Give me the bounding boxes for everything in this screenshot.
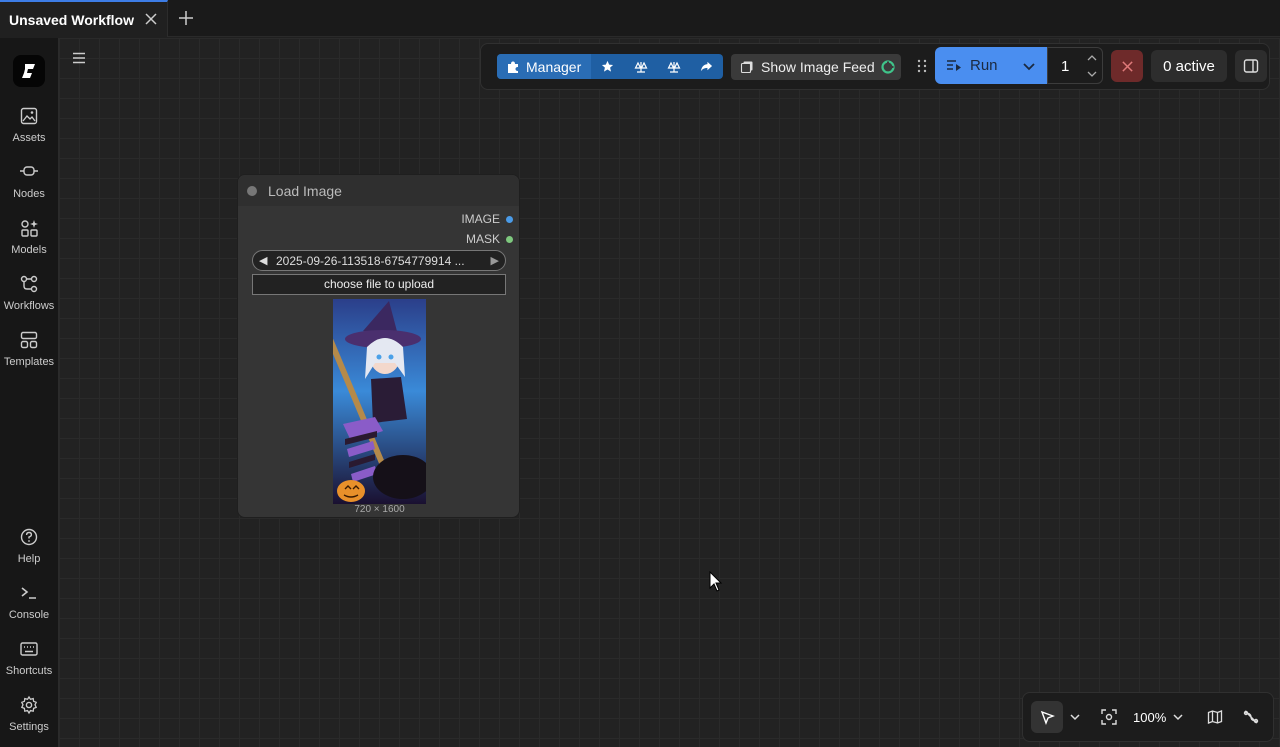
toggle-panel-button[interactable]	[1235, 50, 1267, 82]
toggle-links-button[interactable]	[1241, 707, 1261, 727]
sidebar-item-nodes[interactable]: Nodes	[0, 162, 58, 214]
mouse-cursor-icon	[709, 571, 723, 592]
logo-icon	[22, 64, 35, 78]
keyboard-icon	[20, 642, 38, 656]
star-button[interactable]	[591, 54, 624, 79]
sidebar-item-label: Help	[17, 553, 41, 565]
gear-icon	[20, 695, 38, 715]
run-group: Run	[935, 47, 1047, 84]
templates-icon	[20, 331, 38, 349]
focus-icon	[1101, 709, 1117, 725]
share-button[interactable]	[690, 54, 723, 79]
image-combo-value: 2025-09-26-113518-6754779914 ...	[276, 253, 465, 268]
sidebar-item-console[interactable]: Console	[0, 583, 58, 635]
output-slot-icon[interactable]	[506, 235, 513, 243]
active-queue-badge[interactable]: 0 active	[1151, 50, 1227, 82]
sidebar-item-label: Workflows	[3, 300, 55, 312]
models-icon	[21, 220, 38, 237]
sidebar-item-workflows[interactable]: Workflows	[0, 274, 58, 326]
close-icon	[1121, 60, 1133, 72]
run-button[interactable]: Run	[935, 57, 1011, 74]
sidebar-item-assets[interactable]: Assets	[0, 106, 58, 158]
tab-title: Unsaved Workflow	[9, 11, 134, 28]
sidebar-item-label: Models	[11, 244, 47, 256]
console-icon	[21, 587, 36, 599]
sidebar-item-help[interactable]: Help	[0, 527, 58, 579]
plus-icon[interactable]	[177, 9, 195, 27]
sidebar-item-label: Shortcuts	[5, 665, 53, 677]
output-label: MASK	[465, 232, 500, 246]
chevron-down-icon	[1173, 714, 1183, 721]
image-combo[interactable]: ◀ 2025-09-26-113518-6754779914 ... ▶	[252, 250, 506, 271]
sidebar: Assets Nodes Models Workflows Templates …	[0, 38, 59, 747]
hide-links-icon	[1243, 710, 1259, 724]
node-icon	[20, 166, 38, 176]
output-slot-icon[interactable]	[506, 215, 513, 223]
arrow-left-icon[interactable]: ◀	[259, 254, 267, 267]
chevron-down-icon	[1023, 62, 1035, 70]
sidebar-item-models[interactable]: Models	[0, 218, 58, 270]
fit-view-button[interactable]	[1099, 707, 1119, 727]
scale-icon	[634, 61, 648, 73]
active-label: 0 active	[1163, 57, 1215, 75]
image-feed-button[interactable]: Show Image Feed	[731, 54, 901, 80]
compare-alt-button[interactable]	[657, 54, 690, 79]
scale-alt-icon	[667, 61, 681, 73]
output-mask[interactable]: MASK	[466, 231, 513, 247]
cancel-queue-button[interactable]	[1111, 50, 1143, 82]
sidebar-item-settings[interactable]: Settings	[0, 695, 58, 747]
image-dimensions: 720 × 1600	[354, 504, 405, 515]
sidebar-item-label: Settings	[9, 721, 49, 733]
run-mode-dropdown[interactable]	[1011, 47, 1047, 84]
arrow-right-icon[interactable]: ▶	[491, 254, 499, 267]
zoom-level[interactable]: 100%	[1133, 710, 1166, 725]
image-feed-label: Show Image Feed	[761, 59, 875, 75]
load-image-node[interactable]: Load Image IMAGE MASK ◀ 2025-09-26-11351…	[237, 174, 520, 518]
manager-button[interactable]: Manager	[497, 54, 592, 79]
output-image[interactable]: IMAGE	[461, 211, 513, 227]
sidebar-item-templates[interactable]: Templates	[0, 330, 58, 382]
sidebar-item-label: Console	[8, 609, 50, 621]
feed-logo-icon	[881, 60, 895, 74]
node-title: Load Image	[268, 182, 342, 199]
node-header[interactable]: Load Image	[238, 175, 519, 206]
sidebar-item-label: Assets	[12, 132, 46, 144]
compare-button[interactable]	[624, 54, 657, 79]
sidebar-item-label: Nodes	[13, 188, 45, 200]
minimap-button[interactable]	[1205, 707, 1225, 727]
images-icon	[740, 61, 753, 74]
sidebar-item-label: Templates	[3, 356, 55, 368]
help-icon	[20, 528, 38, 546]
close-icon[interactable]	[143, 11, 159, 27]
panel-icon	[1243, 59, 1259, 73]
app-logo[interactable]	[13, 55, 45, 87]
mode-dropdown[interactable]	[1067, 709, 1083, 725]
select-mode-button[interactable]	[1031, 701, 1063, 733]
image-icon	[20, 107, 38, 125]
stepper-icon[interactable]	[1086, 51, 1098, 81]
manager-group: Manager	[497, 54, 724, 79]
sidebar-item-shortcuts[interactable]: Shortcuts	[0, 639, 58, 691]
collapse-dot-icon[interactable]	[247, 185, 257, 196]
star-icon	[602, 60, 614, 72]
tab-bar: Unsaved Workflow	[0, 0, 1280, 37]
pointer-icon	[1040, 710, 1055, 725]
menu-icon[interactable]	[71, 50, 87, 66]
share-arrow-icon	[701, 61, 713, 72]
tab-workflow[interactable]: Unsaved Workflow	[0, 0, 168, 37]
output-label: IMAGE	[461, 212, 500, 226]
workflow-icon	[20, 275, 38, 293]
upload-button[interactable]: choose file to upload	[252, 274, 506, 295]
puzzle-icon	[508, 61, 518, 73]
chevron-down-icon	[1070, 714, 1080, 721]
map-icon	[1207, 710, 1223, 724]
batch-count-input[interactable]: 1	[1047, 47, 1103, 84]
drag-handle-icon[interactable]	[917, 59, 927, 73]
run-label: Run	[970, 57, 998, 74]
zoom-dropdown[interactable]	[1170, 709, 1186, 725]
batch-count-value: 1	[1061, 58, 1070, 75]
queue-icon	[947, 59, 961, 71]
image-preview	[333, 299, 426, 504]
manager-label: Manager	[526, 58, 582, 75]
